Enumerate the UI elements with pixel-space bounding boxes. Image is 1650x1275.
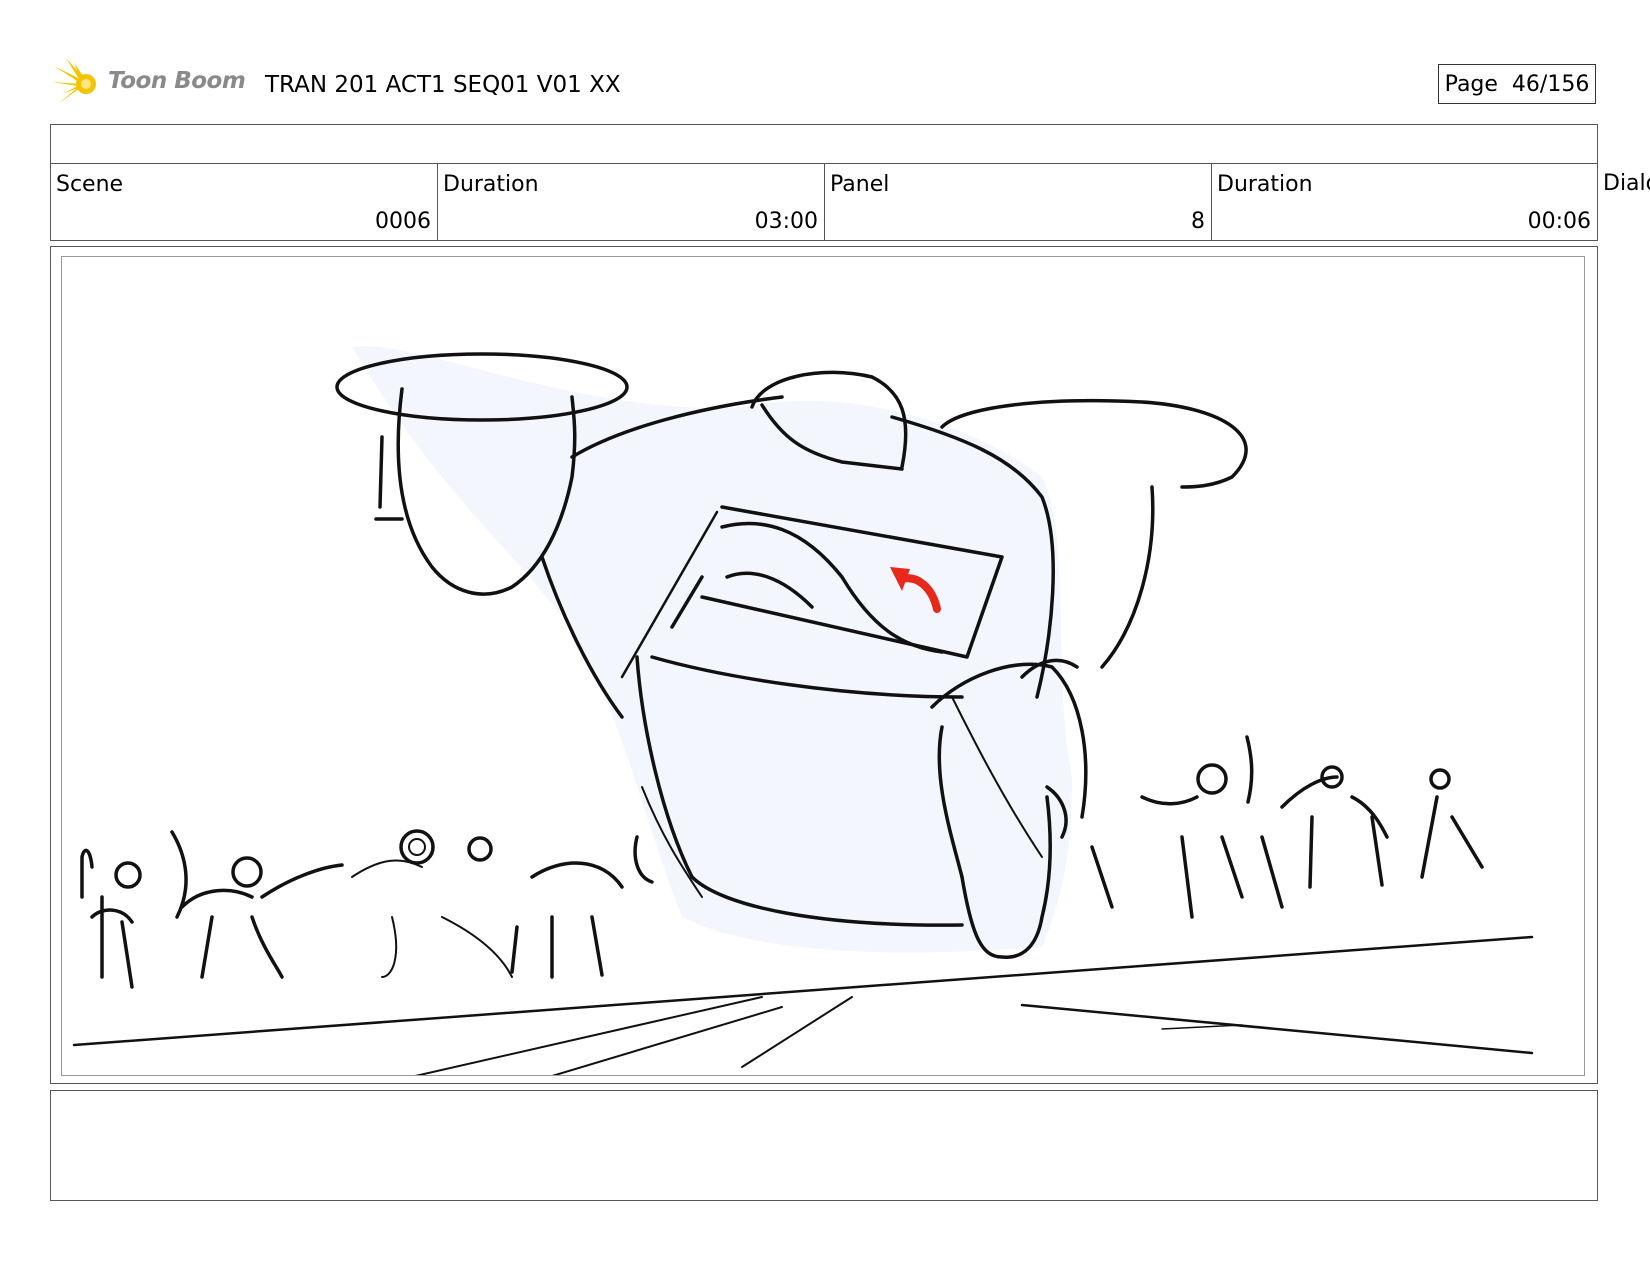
scene-cell: Scene 0006 <box>50 163 438 241</box>
notes-box <box>50 1090 1598 1201</box>
starburst-icon <box>52 58 96 104</box>
scene-duration-label: Duration <box>443 172 539 197</box>
scene-value: 0006 <box>375 209 431 234</box>
panel-duration-cell: Duration 00:06 <box>1211 163 1598 241</box>
header-strip <box>50 124 1598 164</box>
panel-cell: Panel 8 <box>824 163 1212 241</box>
logo-text: Toon Boom <box>108 68 246 94</box>
document-title: TRAN 201 ACT1 SEQ01 V01 XX <box>265 72 621 98</box>
scene-duration-value: 03:00 <box>754 209 818 234</box>
panel-duration-label: Duration <box>1217 172 1313 197</box>
toon-boom-logo: Toon Boom <box>52 56 252 112</box>
storyboard-panel <box>61 256 1585 1076</box>
scene-label: Scene <box>56 172 124 197</box>
dialog-label: Dialo <box>1603 171 1650 196</box>
storyboard-sketch <box>72 346 1534 1075</box>
scene-duration-cell: Duration 03:00 <box>437 163 825 241</box>
panel-label: Panel <box>830 172 890 197</box>
panel-value: 8 <box>1191 209 1205 234</box>
panel-duration-value: 00:06 <box>1527 209 1591 234</box>
page-indicator: Page 46/156 <box>1438 64 1596 104</box>
info-row: Scene 0006 Duration 03:00 Panel 8 Durati… <box>50 163 1650 241</box>
dialog-cell: Dialo <box>1598 163 1650 241</box>
